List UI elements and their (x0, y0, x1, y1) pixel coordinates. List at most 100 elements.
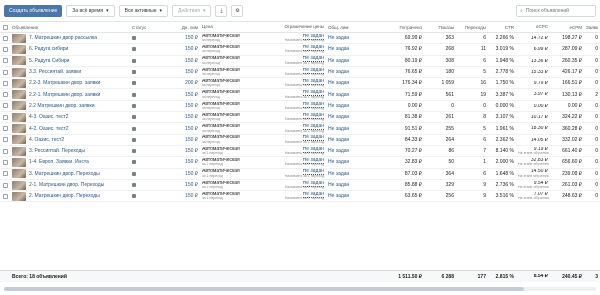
col-impressions[interactable]: Показы (424, 25, 456, 30)
col-total[interactable]: Общ. лим (326, 25, 378, 30)
ad-name-link[interactable]: 7. Матрешкин двор рассылка (29, 35, 97, 41)
total-limit-link[interactable]: Не задан (328, 91, 350, 98)
row-checkbox[interactable] (2, 171, 8, 177)
col-bid[interactable]: Дн. лим (168, 25, 200, 30)
select-all-checkbox[interactable] (2, 24, 8, 30)
ad-name-link[interactable]: 1-4. Европ. Заявки. Инста (29, 159, 89, 165)
pause-status-icon[interactable] (132, 194, 136, 199)
row-checkbox[interactable] (2, 114, 8, 120)
pause-status-icon[interactable] (132, 92, 136, 97)
pause-status-icon[interactable] (132, 171, 136, 176)
pause-status-icon[interactable] (132, 36, 136, 41)
table-row[interactable]: 5. Радуга Сибири 150 ₽ Автоматическая за пе… (0, 56, 600, 67)
ad-name-link[interactable]: 3. Рессиятай. Переходы (29, 148, 85, 154)
total-limit-link[interactable]: Не задан (328, 46, 350, 53)
daily-limit-value[interactable]: 150 ₽ (185, 159, 198, 166)
daily-limit-value[interactable]: 150 ₽ (185, 114, 198, 121)
total-limit-link[interactable]: Не задан (328, 182, 350, 188)
table-row[interactable]: 3. Матрешкин двор. Переходы 150 ₽ Автомати… (0, 169, 600, 180)
pause-status-icon[interactable] (132, 126, 136, 131)
ad-name-link[interactable]: 2.2-1. Матрешкин двор. заявки (29, 92, 100, 98)
daily-limit-value[interactable]: 150 ₽ (185, 102, 198, 109)
row-checkbox[interactable] (2, 148, 8, 154)
pause-status-icon[interactable] (132, 47, 136, 52)
row-checkbox[interactable] (2, 69, 8, 75)
table-row[interactable]: 3. Рессиятай. Переходы 150 ₽ Автоматическа… (0, 146, 600, 158)
total-limit-link[interactable]: Не задан (328, 193, 350, 200)
row-checkbox[interactable] (2, 103, 8, 109)
table-row[interactable]: 2-1. Матрешкин двор. Переходы 150 ₽ Автома… (0, 180, 600, 192)
total-limit-link[interactable]: Не задан (328, 136, 350, 143)
ad-name-link[interactable]: 3. Матрешкин двор. Переходы (29, 171, 100, 177)
daily-limit-value[interactable]: 150 ₽ (185, 136, 198, 143)
row-checkbox[interactable] (2, 80, 8, 86)
ad-name-link[interactable]: 4-2. Оазис. тест2 (29, 126, 69, 132)
pause-status-icon[interactable] (132, 115, 136, 120)
col-ecpm[interactable]: eCPM (550, 25, 584, 30)
col-spent[interactable]: Потрачено (378, 25, 424, 30)
table-row[interactable]: 4. Оазис. тест2 150 ₽ Автоматическая за пер… (0, 135, 600, 146)
horizontal-scrollbar[interactable] (4, 287, 596, 291)
daily-limit-value[interactable]: 150 ₽ (185, 148, 198, 155)
settings-button[interactable]: ⚙ (231, 4, 244, 17)
table-row[interactable]: 6. Радуга сибири 150 ₽ Автоматическая за пе… (0, 44, 600, 56)
pause-status-icon[interactable] (132, 183, 136, 187)
table-row[interactable]: 2.2 Матрешкин двор. заявки 150 ₽ Автоматич… (0, 101, 600, 113)
col-limit[interactable]: Ограничение цены (262, 25, 326, 29)
pause-status-icon[interactable] (132, 81, 136, 86)
table-row[interactable]: 4-3. Оазис. тест2 150 ₽ Автоматическая за п… (0, 112, 600, 124)
row-checkbox[interactable] (2, 193, 8, 199)
ad-name-link[interactable]: 4-3. Оазис. тест2 (29, 114, 69, 120)
ad-name-link[interactable]: 4. Оазис. тест2 (29, 137, 64, 143)
table-row[interactable]: 4-2. Оазис. тест2 150 ₽ Автоматическая за п… (0, 123, 600, 135)
total-limit-link[interactable]: Не задан (328, 69, 350, 76)
total-limit-link[interactable]: Не задан (328, 114, 350, 121)
total-limit-link[interactable]: Не задан (328, 170, 350, 177)
table-row[interactable]: 3.3. Рессиятай. заявки 150 ₽ Автоматическа… (0, 67, 600, 79)
period-dropdown[interactable]: За всё время ▾ (66, 4, 115, 17)
daily-limit-value[interactable]: 150 ₽ (185, 57, 198, 64)
table-row[interactable]: 2.2-3. Матрешкин двор. заявки 200 ₽ Автома… (0, 78, 600, 90)
daily-limit-value[interactable]: 200 ₽ (185, 80, 198, 87)
total-limit-link[interactable]: Не задан (328, 57, 350, 64)
pause-status-icon[interactable] (132, 137, 136, 142)
total-limit-link[interactable]: Не задан (328, 80, 350, 87)
row-checkbox[interactable] (2, 159, 8, 165)
col-name[interactable]: Объявление (10, 25, 130, 30)
col-price[interactable]: Цена (200, 25, 262, 29)
table-row[interactable]: 1-4. Европ. Заявки. Инста 150 ₽ Автоматиче… (0, 157, 600, 169)
scrollbar-thumb[interactable] (4, 287, 524, 291)
total-limit-link[interactable]: Не задан (328, 125, 350, 132)
daily-limit-value[interactable]: 150 ₽ (185, 35, 198, 42)
daily-limit-value[interactable]: 150 ₽ (185, 170, 198, 177)
search-input[interactable] (525, 7, 592, 14)
daily-limit-value[interactable]: 150 ₽ (185, 193, 198, 200)
download-button[interactable]: ⤓ (215, 4, 228, 17)
row-checkbox[interactable] (2, 58, 8, 64)
daily-limit-value[interactable]: 150 ₽ (185, 182, 198, 188)
daily-limit-value[interactable]: 150 ₽ (185, 125, 198, 132)
col-clicks[interactable]: Переходы (456, 25, 488, 30)
row-checkbox[interactable] (2, 126, 8, 132)
total-limit-link[interactable]: Не задан (328, 102, 350, 109)
pause-status-icon[interactable] (132, 160, 136, 165)
pause-status-icon[interactable] (132, 149, 136, 154)
col-ctr[interactable]: CTR (488, 25, 516, 30)
daily-limit-value[interactable]: 150 ₽ (185, 46, 198, 53)
row-checkbox[interactable] (2, 46, 8, 52)
ad-name-link[interactable]: 2.2 Матрешкин двор. заявки (29, 103, 95, 109)
table-row[interactable]: 2. Матрешкин двор. Переходы 150 ₽ Автомати… (0, 191, 600, 203)
daily-limit-value[interactable]: 150 ₽ (185, 69, 198, 76)
row-checkbox[interactable] (2, 137, 8, 143)
ad-name-link[interactable]: 2. Матрешкин двор. Переходы (29, 193, 100, 199)
actions-dropdown[interactable]: Действия ▾ (172, 4, 212, 17)
col-applications[interactable]: Заявк (584, 25, 600, 30)
col-ecpc[interactable]: eCPC (516, 25, 550, 29)
create-ad-button[interactable]: Создать объявление (4, 4, 63, 17)
row-checkbox[interactable] (2, 182, 8, 188)
ad-name-link[interactable]: 3.3. Рессиятай. заявки (29, 69, 81, 75)
row-checkbox[interactable] (2, 92, 8, 98)
total-limit-link[interactable]: Не задан (328, 35, 350, 42)
ad-name-link[interactable]: 6. Радуга сибири (29, 46, 68, 52)
status-filter-dropdown[interactable]: Все активные ▾ (118, 4, 169, 17)
